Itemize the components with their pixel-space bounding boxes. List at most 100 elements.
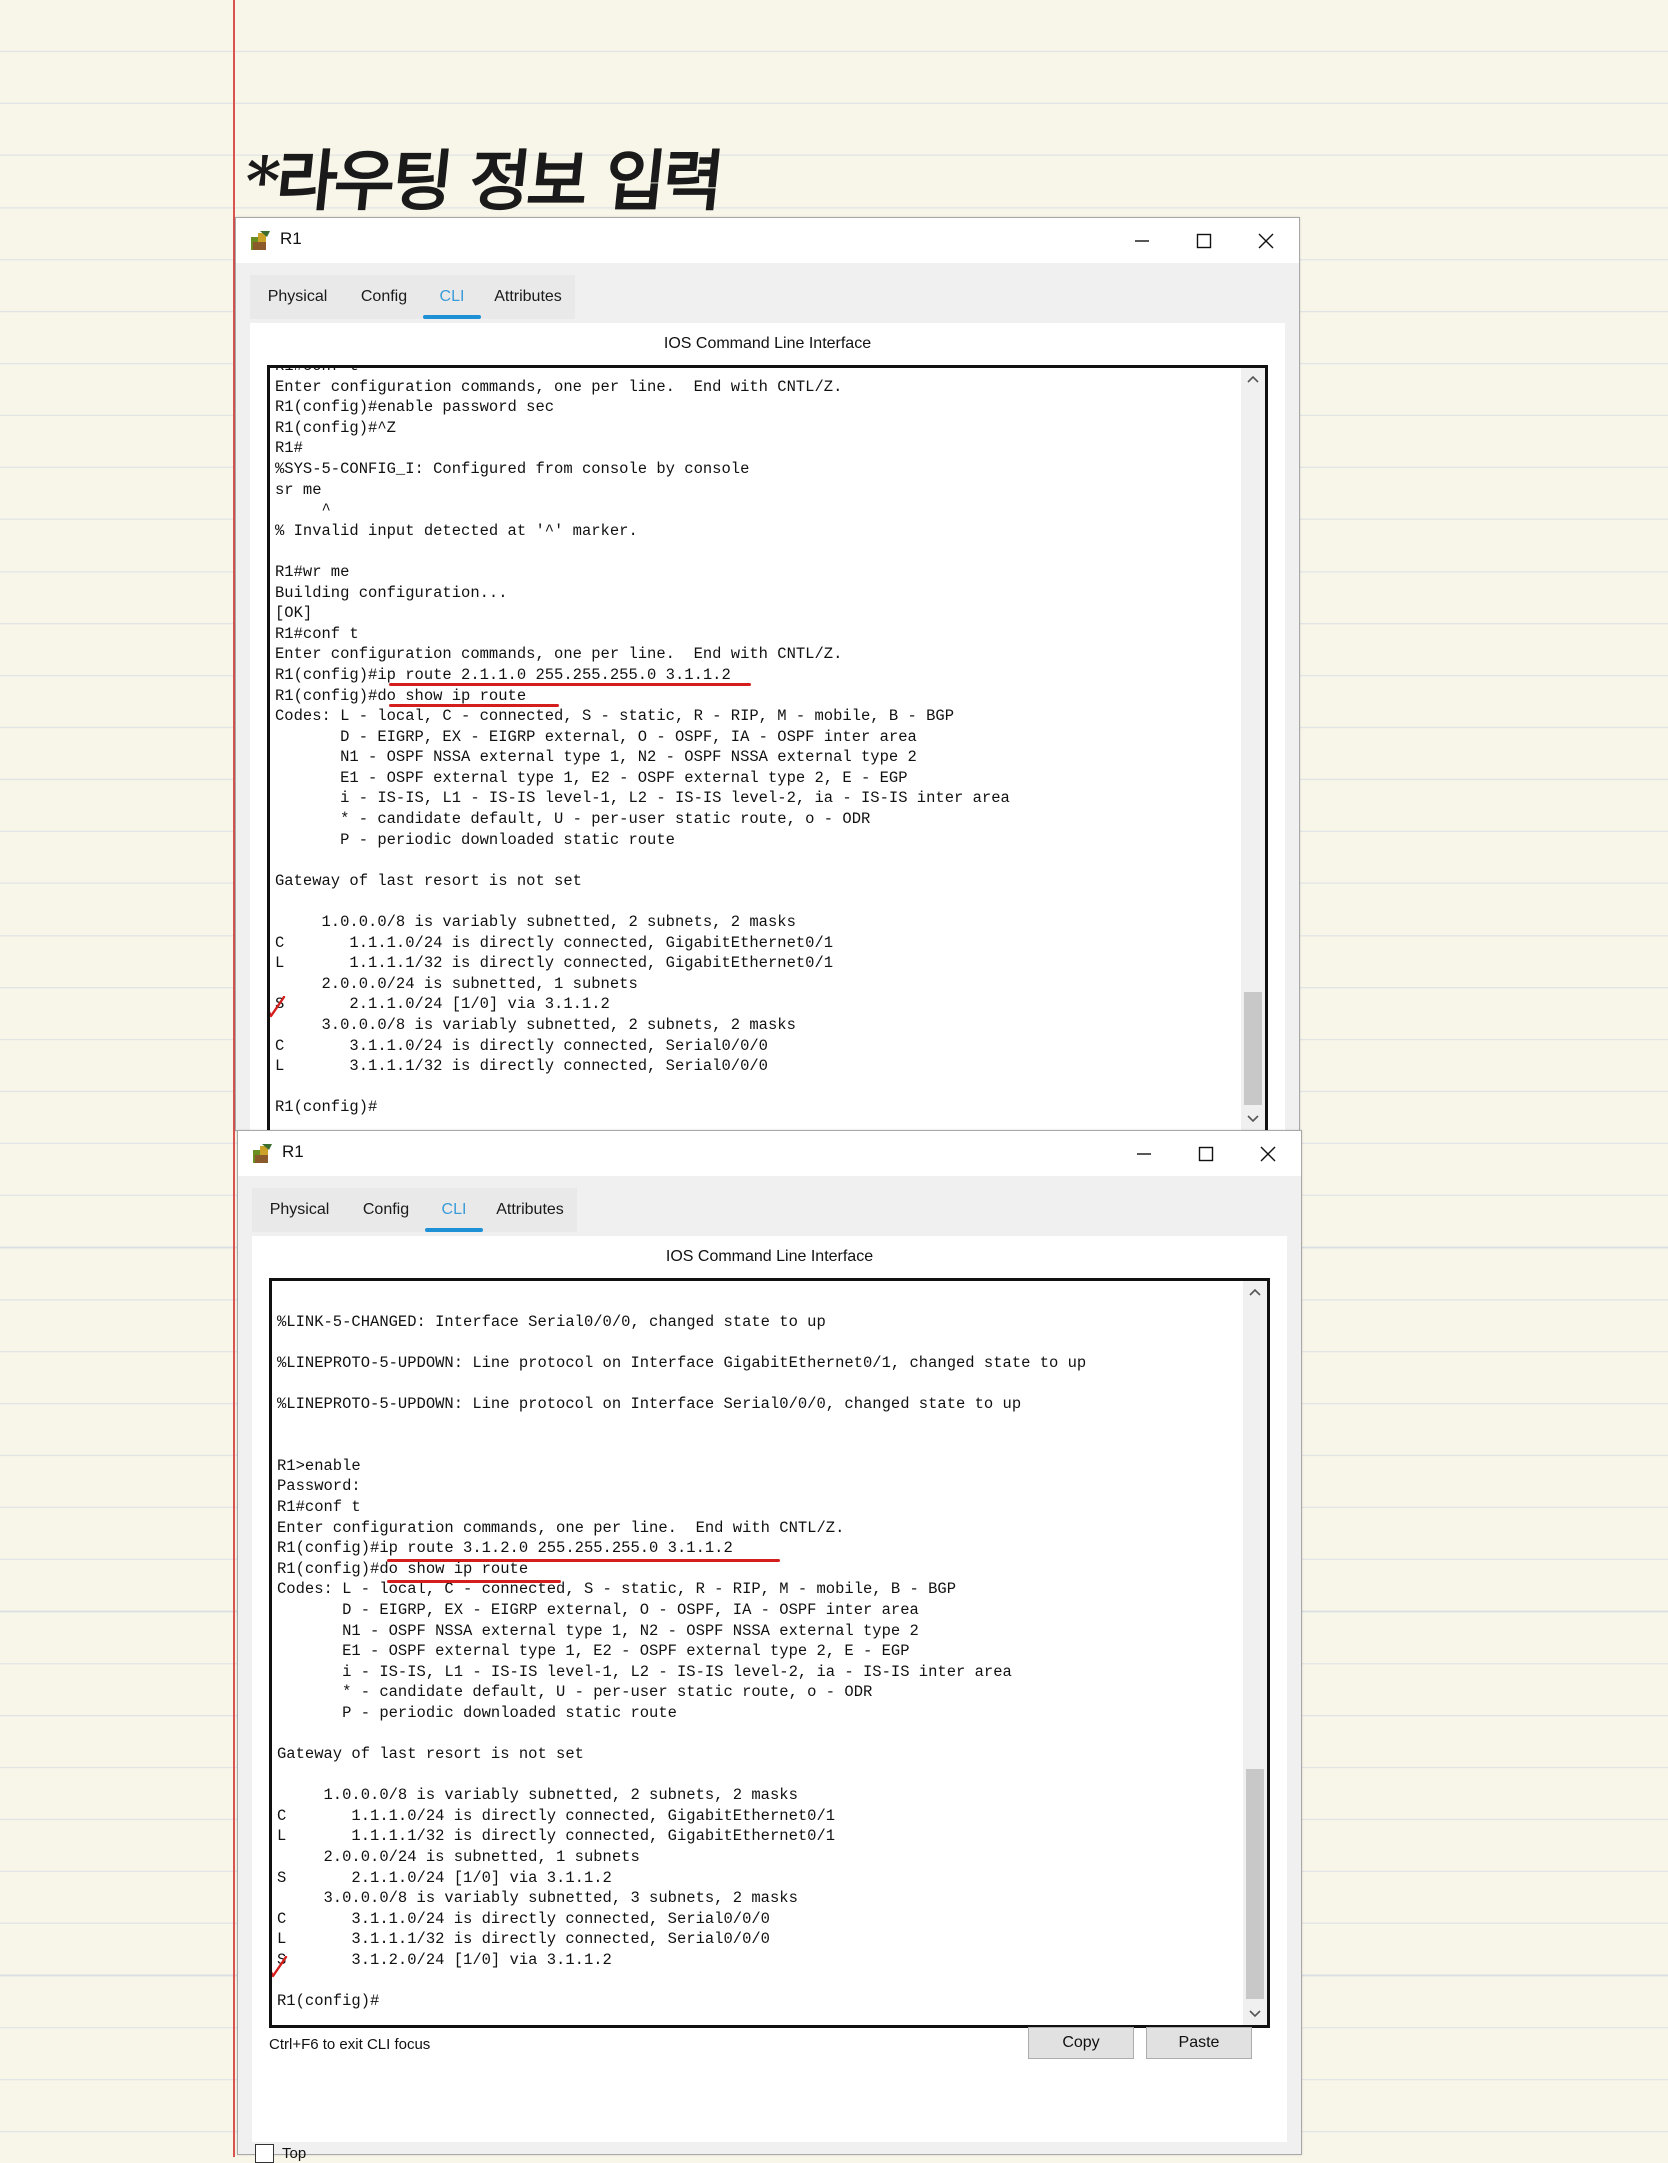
terminal-line: Password: (277, 1477, 361, 1496)
window-title: R1 (280, 229, 302, 248)
terminal-line: L 3.1.1.1/32 is directly connected, Seri… (275, 1057, 768, 1076)
tab-physical[interactable]: Physical (252, 1188, 347, 1232)
cli-panel: IOS Command Line Interface %LINK-5-CHANG… (252, 1236, 1287, 2142)
tab-attributes[interactable]: Attributes (481, 275, 575, 319)
terminal-line: C 3.1.1.0/24 is directly connected, Seri… (277, 1909, 770, 1928)
terminal-line: i - IS-IS, L1 - IS-IS level-1, L2 - IS-I… (277, 1662, 1012, 1681)
terminal-line: %LINK-5-CHANGED: Interface Serial0/0/0, … (277, 1312, 826, 1331)
scroll-down-button[interactable] (1241, 1108, 1265, 1130)
minimize-button[interactable] (1113, 1131, 1175, 1176)
panel-label: IOS Command Line Interface (665, 1248, 874, 1265)
terminal-line: Gateway of last resort is not set (277, 1745, 584, 1764)
maximize-button[interactable] (1173, 218, 1235, 263)
panel-label: IOS Command Line Interface (663, 335, 872, 352)
tab-cli[interactable]: CLI (425, 1188, 483, 1232)
tab-config[interactable]: Config (347, 1188, 425, 1232)
terminal-line: %LINEPROTO-5-UPDOWN: Line protocol on In… (277, 1353, 1087, 1372)
title-bar[interactable]: R1 (238, 1131, 1301, 1176)
terminal-line: L 3.1.1.1/32 is directly connected, Seri… (277, 1930, 770, 1949)
terminal-line: R1>enable (277, 1456, 361, 1475)
red-underline (389, 704, 559, 707)
terminal-line: L 1.1.1.1/32 is directly connected, Giga… (277, 1827, 836, 1846)
window-title: R1 (282, 1142, 304, 1161)
terminal-line: 2.0.0.0/24 is subnetted, 1 subnets (275, 974, 638, 993)
tab-bar: Physical Config CLI Attributes (252, 1188, 1301, 1232)
terminal-line: Codes: L - local, C - connected, S - sta… (275, 707, 955, 726)
terminal-line: [OK] (275, 604, 313, 623)
terminal-output: %LINK-5-CHANGED: Interface Serial0/0/0, … (277, 1291, 1237, 2012)
tab-cli-label: CLI (439, 288, 465, 305)
chevron-up-icon (1249, 1288, 1261, 1296)
scroll-down-button[interactable] (1243, 2003, 1267, 2025)
maximize-icon (1196, 233, 1212, 248)
terminal-line: R1(config)# (275, 1098, 378, 1117)
terminal-line: Building configuration... (275, 583, 508, 602)
terminal-line: Enter configuration commands, one per li… (275, 645, 843, 664)
close-button[interactable] (1237, 1131, 1299, 1176)
title-bar[interactable]: R1 (236, 218, 1299, 263)
terminal-line: R1#wr me (275, 562, 350, 581)
close-icon (1258, 233, 1274, 248)
terminal-line: R1(config)#do show ip route (277, 1559, 529, 1578)
scroll-up-button[interactable] (1243, 1281, 1267, 1303)
close-button[interactable] (1235, 218, 1297, 263)
tab-attributes[interactable]: Attributes (483, 1188, 577, 1232)
terminal-line: 3.0.0.0/8 is variably subnetted, 3 subne… (277, 1889, 798, 1908)
active-tab-indicator (423, 315, 481, 319)
terminal-line: Enter configuration commands, one per li… (277, 1518, 845, 1537)
r1-window-bottom: R1 Physical Config CLI Attributes IOS Co… (237, 1130, 1302, 2163)
red-underline (389, 683, 751, 686)
terminal-scrollbar[interactable] (1241, 368, 1265, 1130)
chevron-down-icon (1249, 2010, 1261, 2018)
router-app-icon (251, 231, 270, 250)
terminal-line: R1(config)#ip route 3.1.2.0 255.255.255.… (277, 1539, 733, 1558)
terminal-line: R1(config)# (277, 1992, 380, 2011)
checkbox-box[interactable] (255, 2144, 274, 2163)
tab-cli[interactable]: CLI (423, 275, 481, 319)
terminal-scrollbar[interactable] (1243, 1281, 1267, 2025)
terminal-output: R1#conf t Enter configuration commands, o… (275, 368, 1235, 1118)
terminal-line: P - periodic downloaded static route (275, 830, 675, 849)
tab-config[interactable]: Config (345, 275, 423, 319)
terminal-line: ^ (275, 501, 331, 520)
maximize-button[interactable] (1175, 1131, 1237, 1176)
tab-bar: Physical Config CLI Attributes (250, 275, 1299, 319)
terminal-line: S 2.1.1.0/24 [1/0] via 3.1.1.2 (277, 1868, 612, 1887)
scrollbar-thumb[interactable] (1244, 992, 1262, 1105)
minimize-icon (1137, 1152, 1151, 1155)
cli-panel: IOS Command Line Interface R1#conf t Ente… (250, 323, 1285, 1133)
paste-button[interactable]: Paste (1146, 2027, 1252, 2059)
terminal-line: R1(config)#do show ip route (275, 686, 527, 705)
red-check-mark-icon (272, 1956, 288, 1978)
scrollbar-thumb[interactable] (1246, 1769, 1264, 1999)
window-body: Physical Config CLI Attributes IOS Comma… (238, 1176, 1301, 2163)
cli-terminal[interactable]: %LINK-5-CHANGED: Interface Serial0/0/0, … (269, 1278, 1270, 2028)
scroll-up-button[interactable] (1241, 368, 1265, 390)
tab-physical[interactable]: Physical (250, 275, 345, 319)
maximize-icon (1198, 1146, 1214, 1161)
terminal-line: Gateway of last resort is not set (275, 871, 582, 890)
red-underline (387, 1580, 561, 1583)
terminal-line: 1.0.0.0/8 is variably subnetted, 2 subne… (277, 1786, 798, 1805)
terminal-line: C 1.1.1.0/24 is directly connected, Giga… (275, 933, 834, 952)
window-body: Physical Config CLI Attributes IOS Comma… (236, 263, 1299, 1133)
top-checkbox[interactable]: Top (255, 2144, 306, 2163)
tab-cli-label: CLI (441, 1201, 467, 1218)
cli-terminal[interactable]: R1#conf t Enter configuration commands, o… (267, 365, 1268, 1133)
minimize-button[interactable] (1111, 218, 1173, 263)
terminal-line: * - candidate default, U - per-user stat… (277, 1683, 873, 1702)
terminal-line: D - EIGRP, EX - EIGRP external, O - OSPF… (277, 1600, 919, 1619)
chevron-up-icon (1247, 375, 1259, 383)
terminal-line: Enter configuration commands, one per li… (275, 377, 843, 396)
copy-button[interactable]: Copy (1028, 2027, 1134, 2059)
red-underline (387, 1559, 780, 1562)
terminal-line: R1#conf t (275, 624, 359, 643)
